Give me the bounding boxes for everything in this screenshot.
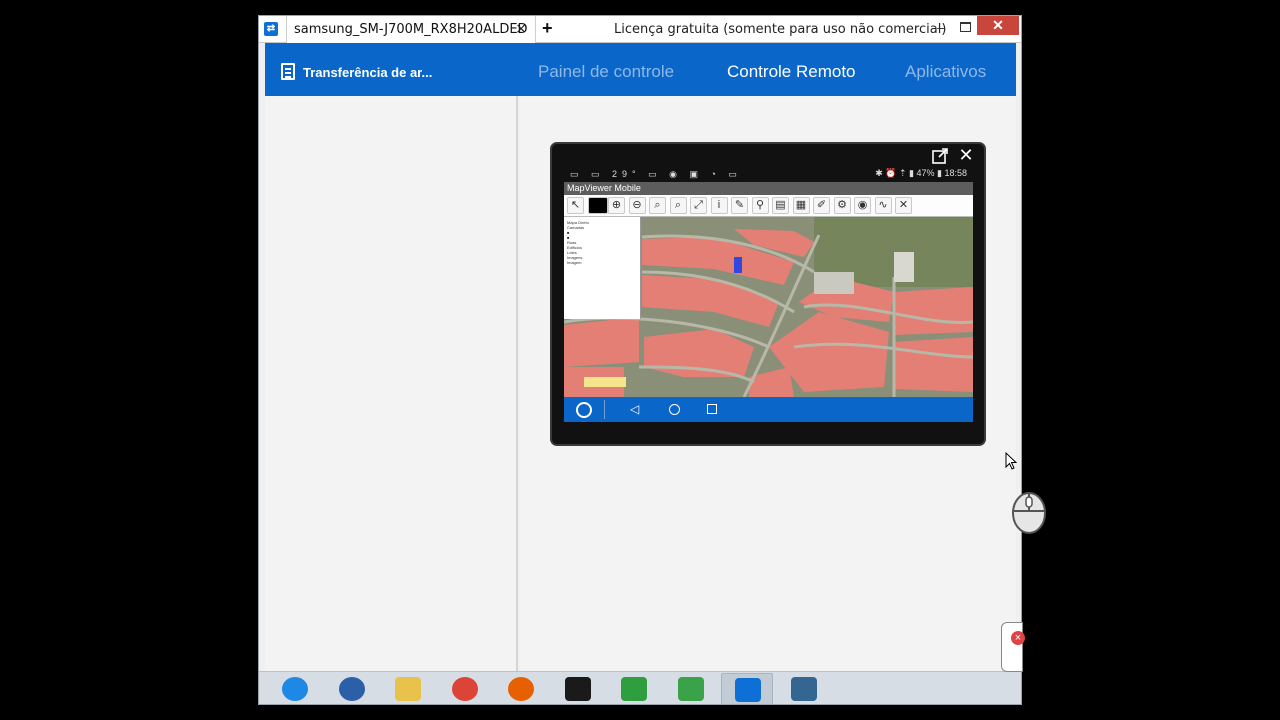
status-system-info: ✱ ⏰ ⇡ ▮ 47% ▮ 18:58 [875,168,967,178]
marker-icon[interactable]: ⚲ [751,197,769,214]
title-bar: ⇄ samsung_SM-J700M_RX8H20ALDED × + Licen… [259,16,1021,43]
postgres-icon [790,677,817,701]
taskbar-button[interactable] [552,673,604,704]
full-extent-icon[interactable]: ⤢ [690,197,707,214]
phone-screen[interactable]: ▭ ▭ 29° ▭ ◉ ▣ ◔ ▭ ✱ ⏰ ⇡ ▮ 47% ▮ 18:58 Ma… [564,166,973,422]
home-icon[interactable] [669,404,680,415]
layer-tree-panel[interactable]: Mapa Direto Camadas ■ ■ Ruas Edificios L… [564,217,641,319]
nav-divider [604,400,605,419]
taskbar-button[interactable] [495,673,547,704]
pan-icon[interactable]: ↖ [567,197,584,214]
recent-apps-icon[interactable] [707,404,717,414]
firefox-icon [508,677,534,701]
header-bar: Transferência de ar... Painel de control… [265,43,1016,96]
select-icon[interactable]: ▤ [772,197,789,214]
session-tab[interactable]: samsung_SM-J700M_RX8H20ALDED × [286,16,536,43]
teamviewer-window: ⇄ samsung_SM-J700M_RX8H20ALDED × + Licen… [258,15,1022,705]
taskbar-button[interactable] [382,673,434,704]
explorer-icon [395,677,421,701]
layer-item[interactable]: Imagem [567,260,637,265]
back-icon[interactable]: ◁ [630,402,639,416]
teamviewer-logo-icon: ⇄ [264,22,278,36]
session-tab-label: samsung_SM-J700M_RX8H20ALDED [294,22,528,37]
taskbar-button[interactable] [269,673,321,704]
terminal-icon [564,677,591,701]
file-transfer-button[interactable]: Transferência de ar... [303,65,432,80]
chrome-icon [451,677,478,701]
download-icon [621,677,647,701]
taskbar-button[interactable] [608,673,660,704]
file-transfer-icon[interactable] [281,63,295,80]
notification-popup-close-icon[interactable] [1001,622,1025,672]
close-window-button[interactable]: ✕ [977,16,1019,35]
globe-icon[interactable]: ◉ [854,197,871,214]
edit-icon[interactable]: ✐ [813,197,830,214]
left-panel [265,96,518,671]
color-swatch-icon[interactable] [587,197,608,214]
device-close-icon[interactable]: ✕ [957,146,975,164]
settings-icon[interactable]: ⚙ [833,197,851,214]
android-nav-bar: ◁ [564,397,973,422]
thunderbird-icon [338,677,365,701]
popout-icon[interactable] [932,148,948,164]
zoom-out-icon[interactable]: ⊖ [628,197,646,214]
tab-painel-de-controle[interactable]: Painel de controle [538,62,674,82]
taskbar-button[interactable] [665,673,717,704]
tab-aplicativos[interactable]: Aplicativos [905,62,986,82]
session-tab-close-icon[interactable]: × [515,21,527,37]
satellite-map[interactable]: Mapa Direto Camadas ■ ■ Ruas Edificios L… [564,217,973,397]
layers-icon[interactable]: ▦ [792,197,810,214]
tools-icon[interactable]: ✕ [895,197,912,214]
world-icon[interactable]: ∿ [874,197,892,214]
teamviewer-quick-icon[interactable] [576,402,592,418]
maximize-button[interactable] [956,19,974,37]
taskbar-button[interactable] [439,673,491,704]
ie-icon [282,677,308,701]
status-notification-icons: ▭ ▭ 29° ▭ ◉ ▣ ◔ ▭ [570,169,742,179]
remote-device-frame: ✕ ▭ ▭ 29° ▭ ◉ ▣ ◔ ▭ ✱ ⏰ ⇡ ▮ 47% ▮ 18:58 … [550,142,986,446]
android-status-bar: ▭ ▭ 29° ▭ ◉ ▣ ◔ ▭ ✱ ⏰ ⇡ ▮ 47% ▮ 18:58 [564,166,973,182]
app-title-bar: MapViewer Mobile [564,182,973,195]
zoom-in-icon[interactable]: ⊕ [608,197,625,214]
teamviewer-icon [735,678,761,702]
license-text: Licença gratuita (somente para uso não c… [614,22,947,37]
measure-icon[interactable]: ✎ [731,197,748,214]
taskbar-button[interactable] [721,673,773,704]
tab-controle-remoto[interactable]: Controle Remoto [727,62,856,82]
new-tab-button[interactable]: + [542,18,553,39]
mouse-cursor-icon [1005,452,1017,470]
minimize-button[interactable]: – [932,19,950,37]
info-icon[interactable]: i [710,197,728,214]
taskbar [259,671,1021,704]
taskbar-button[interactable] [778,673,830,704]
media-player-icon [677,677,704,701]
mouse-indicator-icon [1012,492,1046,534]
zoom-icon[interactable]: ⌕ [649,197,666,214]
screen: ⇄ samsung_SM-J700M_RX8H20ALDED × + Licen… [0,0,1280,720]
taskbar-button[interactable] [326,673,378,704]
map-toolbar: ↖ ⊕ ⊖ ⌕ ⌕ ⤢ i ✎ ⚲ ▤ ▦ ✐ ⚙ ◉ ∿ ✕ [564,195,973,217]
zoom-extent-icon[interactable]: ⌕ [669,197,687,214]
